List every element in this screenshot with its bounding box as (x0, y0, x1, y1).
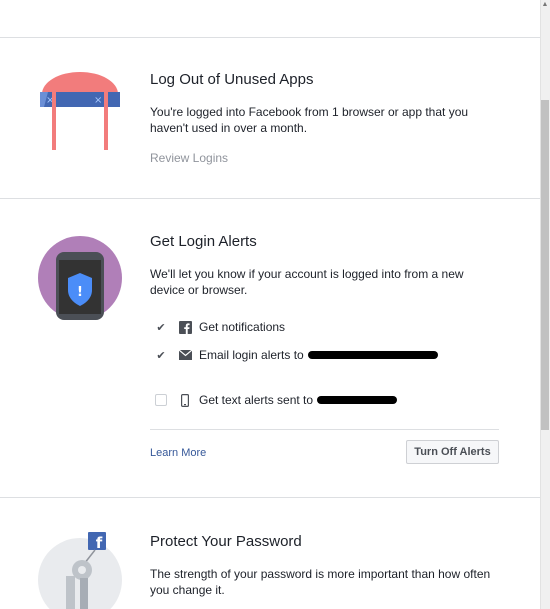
envelope-icon (178, 350, 192, 360)
password-keys-icon: f (38, 532, 122, 609)
security-settings-panel: × × Log Out of Unused Apps You're logged… (0, 0, 540, 609)
redacted-email (307, 351, 438, 359)
scrollbar-thumb[interactable] (541, 100, 549, 430)
email-alerts-label: Email login alerts to (199, 348, 304, 362)
text-alerts-label: Get text alerts sent to (199, 393, 314, 407)
svg-text:!: ! (77, 285, 83, 300)
text-alerts-checkbox[interactable] (155, 394, 167, 406)
learn-more-link[interactable]: Learn More (150, 447, 206, 459)
vertical-scrollbar[interactable]: ▲ (540, 0, 550, 609)
notifications-label: Get notifications (199, 320, 286, 334)
svg-text:×: × (94, 95, 102, 106)
section-divider (0, 198, 540, 199)
alerts-section-title: Get Login Alerts (150, 233, 257, 250)
review-logins-link[interactable]: Review Logins (150, 151, 228, 165)
password-section-description: The strength of your password is more im… (150, 567, 491, 597)
redacted-phone (317, 396, 398, 404)
alerts-section-description: We'll let you know if your account is lo… (150, 267, 464, 297)
scroll-up-arrow-icon[interactable]: ▲ (541, 0, 549, 10)
notifications-checkbox[interactable]: ✔ (155, 321, 167, 334)
turn-off-alerts-button[interactable]: Turn Off Alerts (406, 440, 499, 464)
logout-section-description: You're logged into Facebook from 1 brows… (150, 105, 469, 135)
svg-text:f: f (96, 534, 103, 552)
login-alerts-icon: ! (38, 236, 122, 320)
option-get-notifications[interactable]: ✔ Get notifications (155, 319, 285, 335)
top-divider (0, 37, 540, 38)
facebook-icon (178, 320, 192, 334)
unused-apps-icon: × × (40, 72, 120, 150)
logout-section-title: Log Out of Unused Apps (150, 71, 314, 88)
option-text-alerts[interactable]: Get text alerts sent to (155, 392, 398, 408)
option-email-alerts[interactable]: ✔ Email login alerts to (155, 347, 438, 363)
section-divider (0, 497, 540, 498)
password-section-title: Protect Your Password (150, 533, 302, 550)
alerts-footer-divider (150, 429, 499, 430)
email-alerts-checkbox[interactable]: ✔ (155, 349, 167, 362)
phone-icon (178, 393, 192, 407)
